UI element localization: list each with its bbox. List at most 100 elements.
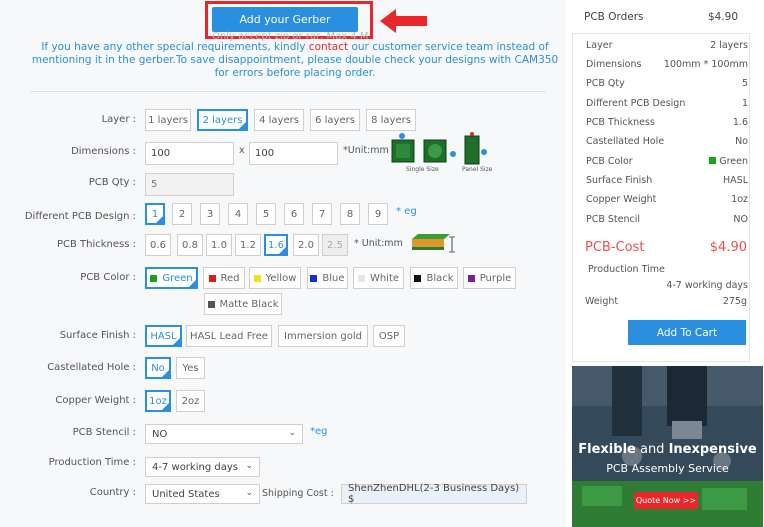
summary-row: PCB Color Green bbox=[586, 156, 748, 167]
assembly-service-banner[interactable]: Flexible and Inexpensive PCB Assembly Se… bbox=[572, 366, 763, 527]
matte-black-swatch bbox=[207, 300, 215, 308]
stencil-example-link[interactable]: *eg bbox=[310, 426, 328, 437]
panel-size-caption: Panel Size bbox=[462, 166, 493, 173]
finish-osp[interactable]: OSP bbox=[373, 325, 405, 347]
order-summary-title: PCB Orders bbox=[584, 10, 644, 23]
single-size-caption: Single Size bbox=[406, 166, 439, 173]
thickness-label: PCB Thickness : bbox=[56, 239, 136, 250]
add-to-cart-button[interactable]: Add To Cart bbox=[628, 320, 746, 345]
castellated-no[interactable]: No bbox=[145, 357, 171, 379]
quote-now-button[interactable]: Quote Now >> bbox=[634, 492, 698, 509]
country-select[interactable]: United States ⌄ bbox=[145, 484, 260, 504]
finish-label: Surface Finish : bbox=[59, 330, 136, 341]
order-summary-panel: PCB Orders $4.90 Layer 2 layers Dimension… bbox=[572, 0, 764, 527]
thickness-2-0[interactable]: 2.0 bbox=[293, 234, 319, 256]
color-label: PCB Color : bbox=[80, 272, 136, 283]
color-green[interactable]: Green bbox=[145, 267, 198, 289]
design-option-2[interactable]: 2 bbox=[172, 203, 192, 225]
thickness-1-6[interactable]: 1.6 bbox=[264, 234, 288, 256]
layer-option-2[interactable]: 2 layers bbox=[197, 109, 248, 131]
pcb-cost: PCB-Cost $4.90 bbox=[585, 240, 747, 255]
chevron-down-icon: ⌄ bbox=[245, 488, 253, 498]
production-label: Production Time : bbox=[48, 457, 136, 468]
design-option-8[interactable]: 8 bbox=[340, 203, 360, 225]
red-arrow-icon bbox=[380, 9, 427, 33]
order-total: $4.90 bbox=[707, 10, 738, 23]
dimension-x: x bbox=[239, 145, 245, 156]
stencil-select[interactable]: NO ⌄ bbox=[145, 424, 303, 444]
color-yellow[interactable]: Yellow bbox=[249, 267, 301, 289]
summary-row: Layer 2 layers bbox=[586, 40, 748, 51]
thickness-unit: * Unit:mm bbox=[354, 238, 403, 249]
design-option-6[interactable]: 6 bbox=[284, 203, 304, 225]
summary-row: Dimensions 100mm * 100mm bbox=[586, 59, 748, 70]
special-requirements-notice: If you have any other special requiremen… bbox=[31, 41, 559, 79]
design-option-5[interactable]: 5 bbox=[256, 203, 276, 225]
thickness-2-5[interactable]: 2.5 bbox=[322, 234, 348, 256]
copper-1oz[interactable]: 1oz bbox=[145, 390, 171, 412]
red-swatch bbox=[208, 274, 216, 282]
height-input[interactable]: 100 bbox=[249, 142, 338, 165]
thickness-0-6[interactable]: 0.6 bbox=[145, 234, 171, 256]
thickness-1-2[interactable]: 1.2 bbox=[235, 234, 261, 256]
summary-row: Copper Weight 1oz bbox=[586, 194, 748, 205]
contact-link[interactable]: contact bbox=[309, 41, 348, 53]
design-option-4[interactable]: 4 bbox=[228, 203, 248, 225]
banner-subheadline: PCB Assembly Service bbox=[606, 462, 729, 475]
layer-option-6[interactable]: 6 layers bbox=[310, 109, 360, 131]
add-gerber-button[interactable]: Add your Gerber bbox=[212, 7, 358, 32]
summary-row: PCB Qty 5 bbox=[586, 78, 748, 89]
thickness-1-0[interactable]: 1.0 bbox=[206, 234, 232, 256]
shipping-select[interactable]: ShenZhenDHL(2-3 Business Days) $ bbox=[341, 483, 527, 505]
chevron-down-icon: ⌄ bbox=[288, 428, 296, 438]
color-white[interactable]: White bbox=[353, 267, 404, 289]
green-swatch bbox=[709, 157, 717, 164]
summary-row: PCB Stencil NO bbox=[586, 214, 748, 225]
stencil-label: PCB Stencil : bbox=[72, 427, 136, 438]
design-option-7[interactable]: 7 bbox=[312, 203, 332, 225]
color-purple[interactable]: Purple bbox=[463, 267, 516, 289]
qty-label: PCB Qty : bbox=[88, 177, 136, 188]
production-time-value: 4-7 working days bbox=[666, 280, 748, 291]
shipping-cost-label: Shipping Cost : bbox=[262, 488, 334, 499]
design-option-1[interactable]: 1 bbox=[145, 203, 165, 225]
dimensions-label: Dimensions : bbox=[71, 146, 136, 157]
summary-row: Surface Finish HASL bbox=[586, 175, 748, 186]
castellated-yes[interactable]: Yes bbox=[176, 357, 205, 379]
color-red[interactable]: Red bbox=[203, 267, 245, 289]
yellow-swatch bbox=[253, 274, 261, 282]
design-option-9[interactable]: 9 bbox=[368, 203, 388, 225]
layer-option-4[interactable]: 4 layers bbox=[254, 109, 304, 131]
qty-input[interactable]: 5 bbox=[145, 173, 234, 196]
production-select[interactable]: 4-7 working days ⌄ bbox=[145, 457, 260, 477]
weight-row: Weight 275g bbox=[585, 296, 747, 307]
order-summary-header: PCB Orders $4.90 bbox=[572, 0, 750, 34]
copper-2oz[interactable]: 2oz bbox=[176, 390, 205, 412]
layer-option-8[interactable]: 8 layers bbox=[366, 109, 416, 131]
finish-immersion-gold[interactable]: Immersion gold bbox=[278, 325, 368, 347]
copper-label: Copper Weight : bbox=[55, 395, 136, 406]
board-thickness-icon bbox=[412, 234, 455, 253]
white-swatch bbox=[357, 274, 365, 282]
summary-row: Castellated Hole No bbox=[586, 136, 748, 147]
production-time-label: Production Time bbox=[588, 264, 665, 275]
banner-headline: Flexible and Inexpensive bbox=[578, 442, 757, 457]
dimension-unit: *Unit:mm bbox=[343, 145, 389, 156]
thickness-0-8[interactable]: 0.8 bbox=[177, 234, 203, 256]
layer-option-1[interactable]: 1 layers bbox=[145, 109, 191, 131]
design-example-link[interactable]: * eg bbox=[396, 206, 417, 217]
color-matte-black[interactable]: Matte Black bbox=[204, 293, 282, 315]
castellated-label: Castellated Hole : bbox=[47, 362, 136, 373]
width-input[interactable]: 100 bbox=[145, 142, 234, 165]
finish-hasl-lead-free[interactable]: HASL Lead Free bbox=[186, 325, 272, 347]
purple-swatch bbox=[467, 274, 475, 282]
chevron-down-icon: ⌄ bbox=[245, 461, 253, 471]
finish-hasl[interactable]: HASL bbox=[145, 325, 182, 347]
color-black[interactable]: Black bbox=[410, 267, 458, 289]
color-blue[interactable]: Blue bbox=[307, 267, 348, 289]
design-option-3[interactable]: 3 bbox=[200, 203, 220, 225]
order-summary-body: Layer 2 layers Dimensions 100mm * 100mm PC… bbox=[572, 34, 750, 362]
summary-row: Different PCB Design 1 bbox=[586, 98, 748, 109]
layer-label: Layer : bbox=[101, 114, 136, 125]
country-label: Country : bbox=[89, 487, 136, 498]
